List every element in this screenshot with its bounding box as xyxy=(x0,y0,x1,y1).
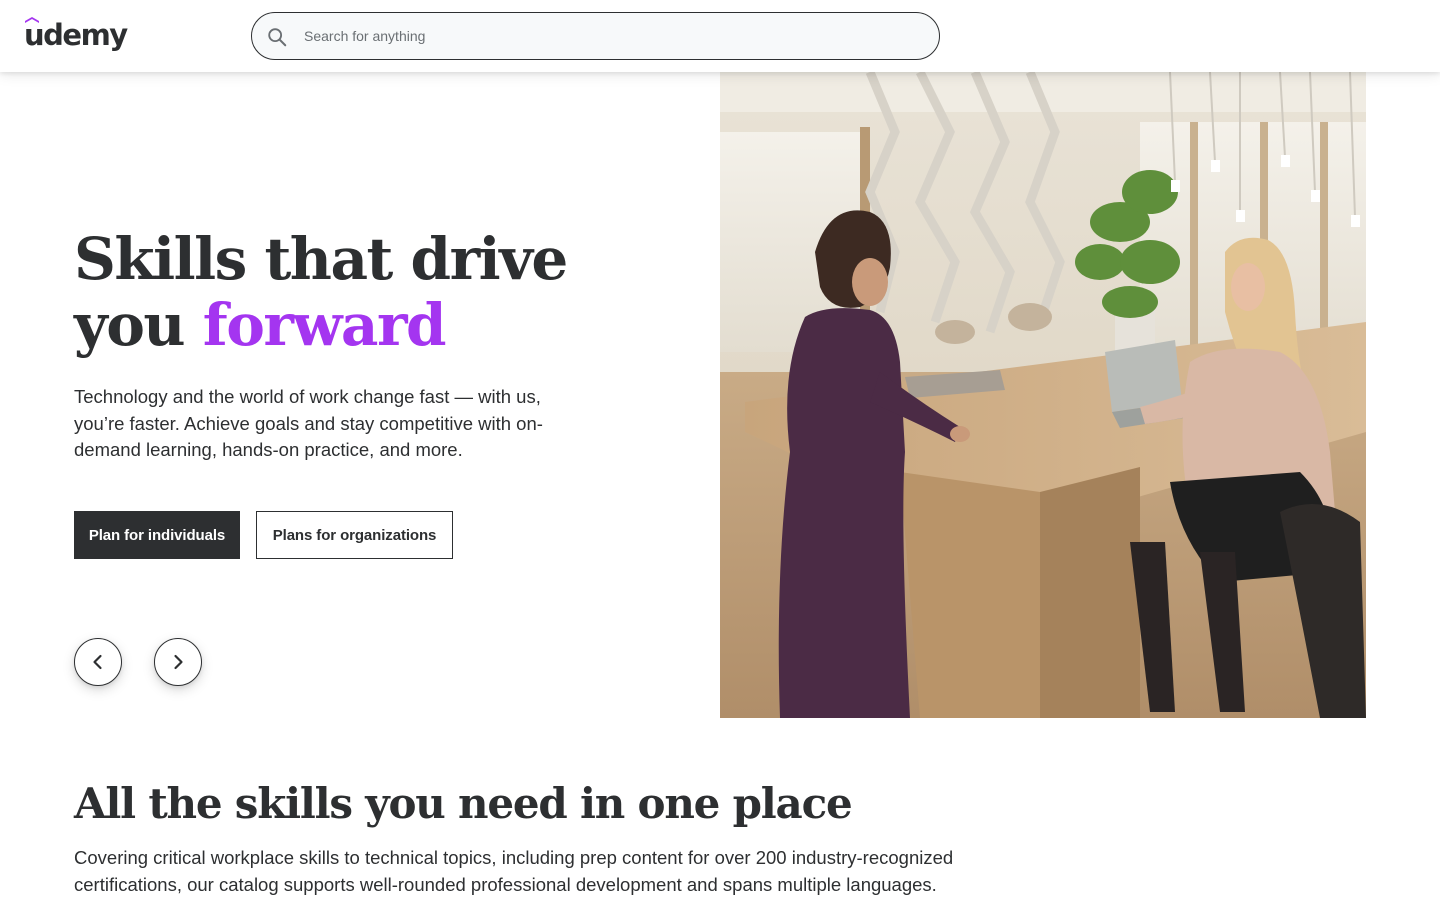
hero-title-line1: Skills that drive xyxy=(74,225,568,293)
hero-title-accent: forward xyxy=(202,291,447,359)
office-photo xyxy=(720,72,1366,718)
hero-title: Skills that drive you forward xyxy=(74,226,674,358)
hero-description: Technology and the world of work change … xyxy=(74,386,543,460)
plans-for-organizations-button[interactable]: Plans for organizations xyxy=(256,511,453,559)
search-icon[interactable] xyxy=(266,26,288,48)
section-title: All the skills you need in one place xyxy=(74,779,853,828)
chevron-right-icon xyxy=(174,654,183,670)
carousel-next-button[interactable] xyxy=(154,638,202,686)
section-description: Covering critical workplace skills to te… xyxy=(74,847,954,895)
udemy-logo[interactable]: udemy xyxy=(24,16,128,56)
top-header: udemy xyxy=(0,0,1440,72)
hero-image xyxy=(720,72,1366,718)
hero-title-line2: you xyxy=(74,291,186,359)
plan-for-individuals-button[interactable]: Plan for individuals xyxy=(74,511,240,559)
search-input[interactable] xyxy=(304,22,924,50)
logo-text: udemy xyxy=(24,18,128,52)
search-bar[interactable] xyxy=(251,12,940,60)
carousel-prev-button[interactable] xyxy=(74,638,122,686)
chevron-left-icon xyxy=(93,654,102,670)
